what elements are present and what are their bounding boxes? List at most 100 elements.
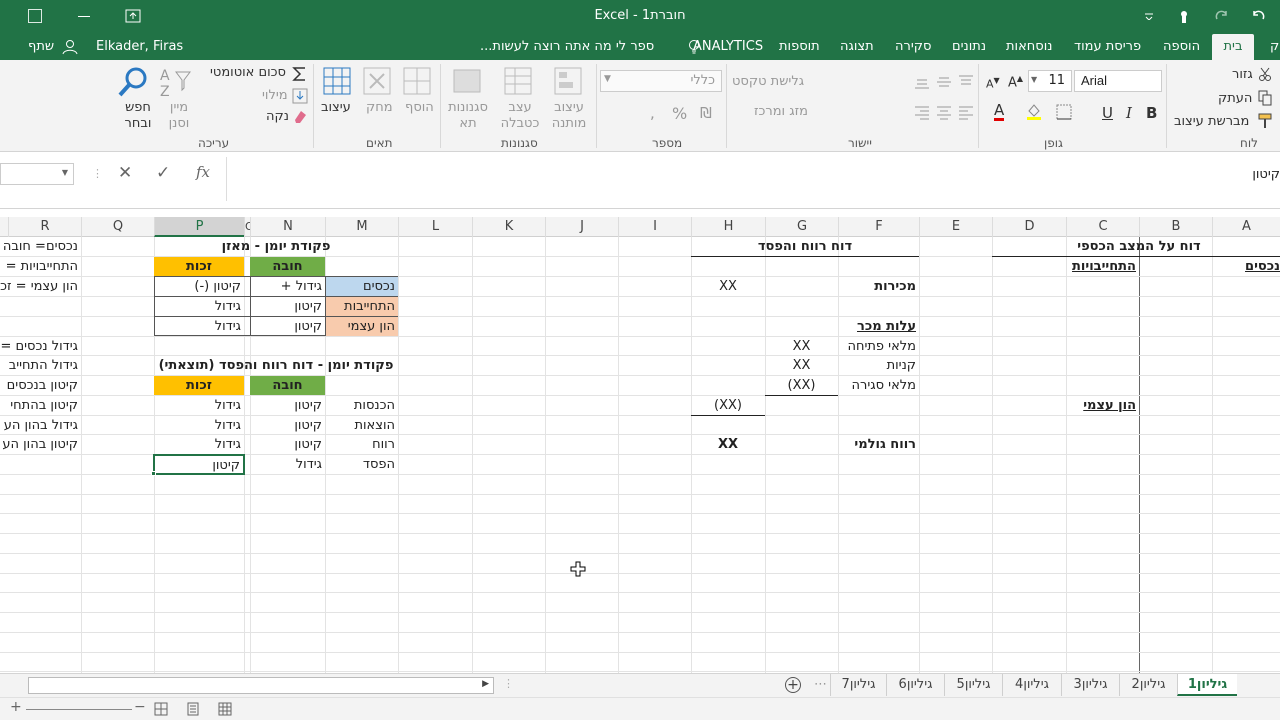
touch-mode-icon[interactable]	[1176, 8, 1192, 24]
assets-row-label[interactable]: נכסים	[326, 277, 398, 296]
sheet-tab-7[interactable]: גיליון7	[830, 674, 886, 696]
delete-button[interactable]: מחק	[366, 100, 393, 115]
opening-inventory-label[interactable]: מלאי פתיחה	[838, 337, 919, 356]
conditional-format-button[interactable]: עיצוב מותנה	[546, 100, 592, 132]
find-select-icon[interactable]	[116, 66, 150, 98]
liabilities-header[interactable]: התחייבויות	[1066, 257, 1139, 276]
profit-credit[interactable]: גידול	[154, 435, 244, 454]
revenues-debit[interactable]: קיטון	[250, 396, 325, 415]
cell-r3[interactable]: הון עצמי = זכ	[0, 277, 81, 296]
tab-page-layout[interactable]: פריסת עמוד	[1074, 34, 1141, 60]
zoom-in-icon[interactable]: +	[10, 699, 22, 715]
column-header-k[interactable]: K	[472, 217, 545, 237]
comma-style-icon[interactable]: ,	[650, 104, 655, 122]
column-header-m[interactable]: M	[325, 217, 398, 237]
balance-sheet-title[interactable]: דוח על המצב הכספי	[1066, 237, 1212, 256]
column-header-h[interactable]: H	[691, 217, 765, 237]
column-header-f[interactable]: F	[838, 217, 919, 237]
formula-bar-grip-icon[interactable]: ⋮	[92, 167, 103, 180]
find-select-button[interactable]: חפש ובחר	[118, 100, 158, 132]
loss-label[interactable]: הפסד	[325, 455, 398, 474]
format-button[interactable]: עיצוב	[321, 100, 351, 115]
column-header-n[interactable]: N	[250, 217, 325, 237]
sheet-tab-5[interactable]: גיליון5	[944, 674, 1002, 696]
user-name[interactable]: Elkader, Firas	[96, 34, 183, 60]
insert-button[interactable]: הוסף	[405, 100, 434, 115]
credit-header[interactable]: זכות	[154, 257, 244, 276]
borders-icon[interactable]	[1056, 104, 1072, 120]
debit-header[interactable]: חובה	[250, 257, 325, 276]
fill-button[interactable]: מילוי	[262, 88, 288, 103]
cogs-total-value[interactable]: (XX)	[691, 396, 765, 416]
column-header-d[interactable]: D	[992, 217, 1066, 237]
cancel-entry-icon[interactable]: ✕	[118, 163, 132, 183]
column-header-a[interactable]: A	[1212, 217, 1280, 237]
sales-label[interactable]: מכירות	[838, 277, 919, 296]
sort-filter-icon[interactable]: AZ	[160, 66, 192, 98]
pl-title[interactable]: דוח רווח והפסד	[691, 237, 919, 256]
column-header-q[interactable]: Q	[81, 217, 154, 237]
column-header-i[interactable]: I	[618, 217, 691, 237]
align-left-icon[interactable]	[958, 104, 974, 120]
format-painter-button[interactable]: מברשת עיצוב	[1174, 114, 1249, 129]
journal-pl-title[interactable]: פקודת יומן - דוח רווח והפסד (תוצאתי)	[154, 356, 398, 375]
liabilities-debit[interactable]: קיטון	[251, 297, 325, 316]
restore-window-icon[interactable]	[28, 9, 42, 23]
tab-analytics[interactable]: ANALYTICS	[693, 34, 763, 60]
fill-color-icon[interactable]	[1026, 102, 1042, 120]
name-box[interactable]: ▼	[0, 163, 74, 185]
decrease-font-icon[interactable]: A▼	[986, 76, 1000, 91]
worksheet-grid[interactable]: דוח על המצב הכספי דוח רווח והפסד פקודת י…	[0, 237, 1280, 673]
scroll-right-icon[interactable]: ▶	[482, 679, 489, 689]
italic-button[interactable]: I	[1126, 104, 1132, 122]
cell-r9[interactable]: קיטון בהתחי	[0, 396, 81, 415]
accounting-format-icon[interactable]: ₪	[700, 104, 712, 122]
font-size-select[interactable]: ▼ 11	[1028, 70, 1072, 92]
increase-font-icon[interactable]: A▲	[1008, 74, 1023, 90]
merge-center-button[interactable]: מזג ומרכז	[754, 104, 808, 119]
journal-balance-title[interactable]: פקודת יומן - מאזן	[154, 237, 398, 256]
tab-split-grip-icon[interactable]: ⋮	[503, 677, 514, 690]
active-cell[interactable]: קיטון	[153, 454, 245, 475]
revenues-credit[interactable]: גידול	[154, 396, 244, 415]
tell-me-box[interactable]: ספר לי מה אתה רוצה לעשות...	[480, 34, 705, 60]
cell-r11[interactable]: קיטון בהון הע	[0, 435, 81, 454]
align-top-icon[interactable]	[958, 74, 974, 90]
expenses-debit[interactable]: קיטון	[250, 416, 325, 435]
column-header-l[interactable]: L	[398, 217, 472, 237]
format-table-button[interactable]: עצב כטבלה	[495, 100, 545, 132]
cell-r8[interactable]: קיטון בנכסים	[0, 376, 81, 395]
bold-button[interactable]: B	[1146, 104, 1157, 122]
cut-button[interactable]: גזור	[1232, 67, 1253, 82]
font-name-select[interactable]: Arial	[1074, 70, 1162, 92]
underline-button[interactable]: U	[1102, 104, 1113, 122]
tabs-ellipsis-icon[interactable]: ⋯	[814, 674, 827, 696]
assets-header[interactable]: נכסים	[1212, 257, 1280, 276]
column-header-r[interactable]: R	[8, 217, 81, 237]
cell-styles-button[interactable]: סגנונות תא	[446, 100, 490, 132]
delete-cells-icon[interactable]	[362, 66, 392, 96]
tab-review[interactable]: סקירה	[895, 34, 931, 60]
align-bottom-icon[interactable]	[914, 74, 930, 90]
page-layout-view-icon[interactable]	[186, 702, 200, 716]
normal-view-icon[interactable]	[218, 702, 232, 716]
purchases-label[interactable]: קניות	[838, 356, 919, 375]
sheet-tab-2[interactable]: גיליון2	[1119, 674, 1177, 696]
tab-formulas[interactable]: נוסחאות	[1006, 34, 1052, 60]
gross-profit-value[interactable]: XX	[691, 435, 765, 454]
share-button[interactable]: שתף	[26, 34, 86, 60]
format-table-icon[interactable]	[503, 66, 533, 96]
tab-data[interactable]: נתונים	[952, 34, 986, 60]
tab-view[interactable]: תצוגה	[840, 34, 874, 60]
assets-credit[interactable]: קיטון (-)	[155, 277, 244, 296]
eraser-icon[interactable]	[292, 108, 308, 124]
align-middle-icon[interactable]	[936, 74, 952, 90]
cell-r10[interactable]: גידול בהון הע	[0, 416, 81, 435]
purchases-value[interactable]: XX	[765, 356, 838, 375]
cell-r6[interactable]: גידול נכסים =	[0, 337, 81, 356]
undo-icon[interactable]	[1250, 9, 1266, 23]
tab-home[interactable]: בית	[1212, 34, 1254, 60]
number-format-select[interactable]: כללי ▼	[600, 70, 722, 92]
customize-quick-access-icon[interactable]	[1144, 12, 1154, 20]
profit-label[interactable]: רווח	[325, 435, 398, 454]
